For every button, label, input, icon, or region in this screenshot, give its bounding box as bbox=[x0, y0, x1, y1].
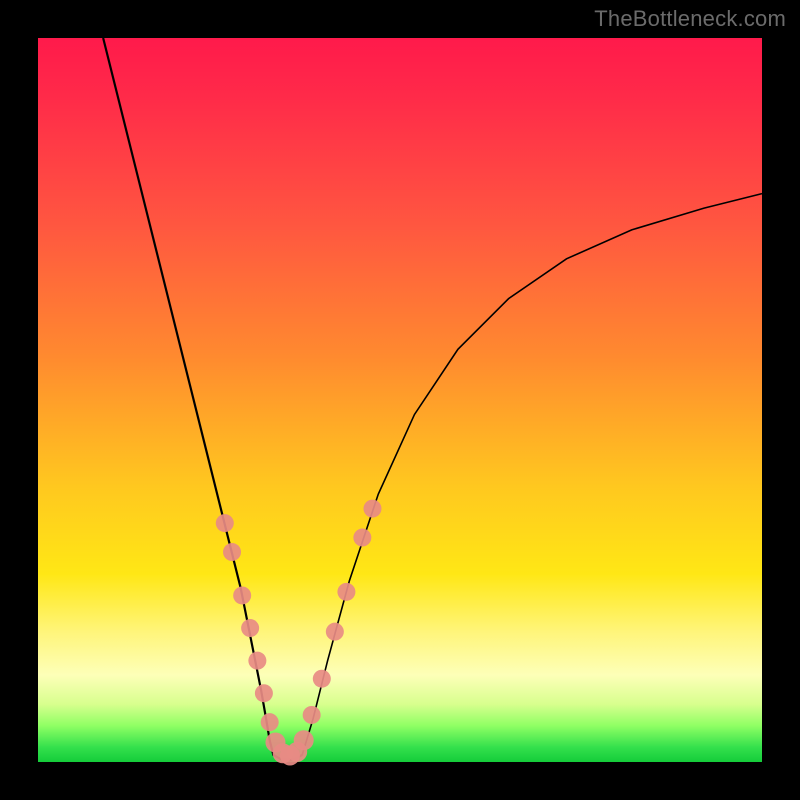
data-point bbox=[303, 706, 321, 724]
data-point bbox=[337, 583, 355, 601]
curve-left bbox=[103, 38, 302, 760]
data-point bbox=[233, 586, 251, 604]
watermark-text: TheBottleneck.com bbox=[594, 6, 786, 32]
data-point bbox=[223, 543, 241, 561]
data-point bbox=[294, 730, 314, 750]
scatter-group bbox=[216, 500, 382, 766]
data-point bbox=[353, 529, 371, 547]
data-point bbox=[241, 619, 259, 637]
curve-right bbox=[273, 194, 762, 760]
chart-svg bbox=[38, 38, 762, 762]
data-point bbox=[248, 652, 266, 670]
plot-area bbox=[38, 38, 762, 762]
data-point bbox=[261, 713, 279, 731]
data-point bbox=[216, 514, 234, 532]
data-point bbox=[255, 684, 273, 702]
curve-group bbox=[103, 38, 762, 760]
data-point bbox=[313, 670, 331, 688]
data-point bbox=[326, 623, 344, 641]
data-point bbox=[363, 500, 381, 518]
chart-frame: TheBottleneck.com bbox=[0, 0, 800, 800]
